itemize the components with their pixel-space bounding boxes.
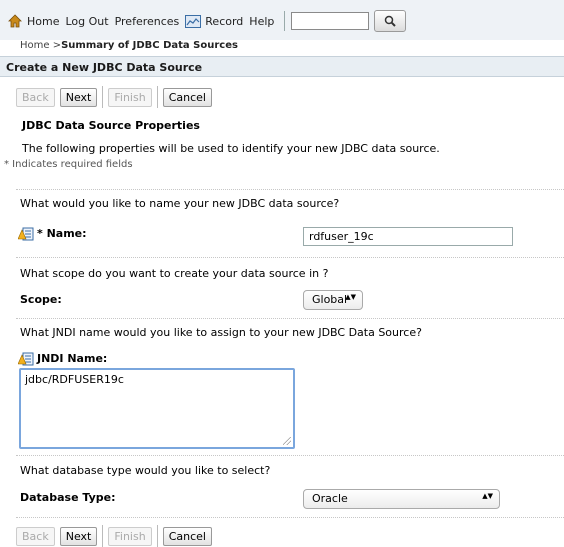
- preferences-link[interactable]: Preferences: [115, 15, 180, 28]
- button-divider: [102, 86, 104, 108]
- cancel-button[interactable]: Cancel: [162, 526, 212, 546]
- back-button[interactable]: Back: [16, 526, 55, 546]
- toolbar-divider: [284, 11, 286, 31]
- next-button[interactable]: Next: [59, 526, 98, 546]
- toolbar-links: Home Log Out Preferences Record Help: [8, 10, 407, 32]
- field-info-icon: [17, 352, 34, 366]
- button-divider: [156, 86, 158, 108]
- scope-question: What scope do you want to create your da…: [20, 267, 329, 280]
- name-question: What would you like to name your new JDB…: [20, 197, 340, 210]
- dbtype-selected-value: Oracle: [312, 492, 348, 505]
- next-button[interactable]: Next: [59, 87, 98, 107]
- field-info-icon: [17, 227, 34, 241]
- select-arrows-icon: ▲▼: [482, 492, 493, 500]
- name-label-row: * Name:: [17, 227, 87, 241]
- resize-grip-icon[interactable]: [283, 437, 291, 445]
- scope-select[interactable]: Global ▲▼: [303, 290, 363, 310]
- divider: [16, 455, 564, 456]
- jndi-textarea[interactable]: jdbc/RDFUSER19c: [19, 368, 295, 449]
- scope-selected-value: Global: [312, 293, 348, 306]
- scope-label: Scope:: [20, 293, 62, 306]
- section-title: Create a New JDBC Data Source: [0, 56, 564, 77]
- finish-button[interactable]: Finish: [108, 87, 152, 107]
- divider: [16, 189, 564, 190]
- name-label: * Name:: [37, 227, 87, 240]
- logout-link[interactable]: Log Out: [65, 15, 108, 28]
- select-arrows-icon: ▲▼: [345, 293, 356, 301]
- properties-description: The following properties will be used to…: [22, 142, 440, 155]
- record-icon[interactable]: [185, 14, 202, 28]
- dbtype-select[interactable]: Oracle ▲▼: [303, 489, 500, 509]
- jndi-label: JNDI Name:: [37, 352, 108, 365]
- required-note: * Indicates required fields: [4, 159, 133, 170]
- search-icon: [385, 15, 397, 27]
- search-button[interactable]: [374, 10, 407, 32]
- cancel-button[interactable]: Cancel: [162, 87, 212, 107]
- button-divider: [102, 525, 104, 547]
- jndi-question: What JNDI name would you like to assign …: [20, 326, 422, 339]
- bottom-button-row: Back Next Finish Cancel: [16, 525, 217, 547]
- dbtype-question: What database type would you like to sel…: [20, 464, 271, 477]
- breadcrumb-separator: >: [49, 40, 62, 51]
- name-input[interactable]: rdfuser_19c: [303, 227, 513, 246]
- finish-button[interactable]: Finish: [108, 526, 152, 546]
- jndi-value: jdbc/RDFUSER19c: [25, 373, 124, 386]
- home-icon[interactable]: [8, 14, 22, 28]
- home-link[interactable]: Home: [27, 15, 59, 28]
- divider: [16, 318, 564, 319]
- help-link[interactable]: Help: [249, 15, 274, 28]
- top-toolbar: Home Log Out Preferences Record Help: [0, 0, 564, 40]
- jndi-label-row: JNDI Name:: [17, 352, 108, 366]
- properties-title: JDBC Data Source Properties: [22, 119, 200, 132]
- breadcrumb-home[interactable]: Home: [20, 40, 50, 51]
- top-button-row: Back Next Finish Cancel: [16, 86, 217, 108]
- breadcrumb-current[interactable]: Summary of JDBC Data Sources: [61, 40, 238, 51]
- search-input[interactable]: [291, 12, 370, 30]
- record-link[interactable]: Record: [205, 15, 243, 28]
- breadcrumb: Home >Summary of JDBC Data Sources: [20, 40, 238, 51]
- divider: [16, 257, 564, 258]
- dbtype-label: Database Type:: [20, 491, 116, 504]
- back-button[interactable]: Back: [16, 87, 55, 107]
- button-divider: [156, 525, 158, 547]
- divider: [16, 517, 564, 518]
